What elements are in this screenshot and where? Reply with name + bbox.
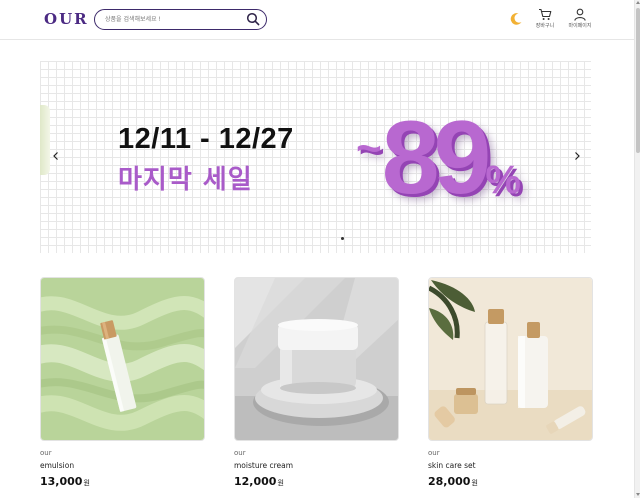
- sale-title: 마지막 세일: [118, 165, 253, 195]
- mypage-button[interactable]: 마이페이지: [563, 8, 597, 34]
- scrollbar-thumb[interactable]: [636, 8, 640, 153]
- site-logo[interactable]: OUR: [44, 10, 89, 28]
- discount-prefix: ~: [356, 124, 382, 173]
- price-amount: 28,000: [428, 475, 471, 488]
- product-price: 12,000원: [234, 475, 399, 488]
- discount-suffix: %: [485, 158, 521, 202]
- discount-number: 89: [381, 100, 492, 216]
- sale-date-range: 12/11 - 12/27: [118, 123, 294, 155]
- product-card-emulsion[interactable]: our emulsion 13,000원: [40, 277, 205, 488]
- scroll-down-arrow-icon[interactable]: [636, 493, 640, 496]
- scroll-up-arrow-icon[interactable]: [636, 1, 640, 4]
- product-image-skin-care-set: [428, 277, 593, 441]
- product-brand: our: [40, 449, 52, 457]
- price-amount: 12,000: [234, 475, 277, 488]
- product-image-moisture-cream: [234, 277, 399, 441]
- product-name: emulsion: [40, 461, 75, 470]
- dark-mode-moon-icon[interactable]: [509, 12, 523, 26]
- site-header: OUR 장바구니 마이페이지: [0, 0, 634, 40]
- product-name: skin care set: [428, 461, 476, 470]
- product-image-emulsion: [40, 277, 205, 441]
- product-brand: our: [234, 449, 246, 457]
- discount-figure: ~89%: [356, 99, 521, 218]
- product-card-moisture-cream[interactable]: our moisture cream 12,000원: [234, 277, 399, 488]
- product-price: 13,000원: [40, 475, 205, 488]
- mypage-label: 마이페이지: [568, 23, 592, 29]
- cart-icon: [539, 8, 552, 20]
- page-scrollbar[interactable]: [634, 0, 640, 498]
- carousel-indicator-dot[interactable]: [341, 237, 344, 240]
- price-currency: 원: [277, 479, 284, 487]
- sale-banner-carousel[interactable]: 12/11 - 12/27 마지막 세일 ~89%: [40, 61, 591, 253]
- product-card-skin-care-set[interactable]: our skin care set 28,000원: [428, 277, 593, 488]
- search-icon[interactable]: [246, 12, 260, 26]
- search-input[interactable]: [105, 13, 245, 26]
- cart-button[interactable]: 장바구니: [528, 8, 562, 34]
- search-bar: [94, 9, 267, 30]
- price-amount: 13,000: [40, 475, 83, 488]
- product-price: 28,000원: [428, 475, 593, 488]
- chevron-right-icon[interactable]: [572, 151, 582, 161]
- product-brand: our: [428, 449, 440, 457]
- cart-label: 장바구니: [535, 23, 555, 29]
- user-icon: [574, 8, 586, 21]
- price-currency: 원: [471, 479, 478, 487]
- previous-slide-peek: [40, 105, 50, 175]
- price-currency: 원: [83, 479, 90, 487]
- product-name: moisture cream: [234, 461, 294, 470]
- chevron-left-icon[interactable]: [51, 151, 61, 161]
